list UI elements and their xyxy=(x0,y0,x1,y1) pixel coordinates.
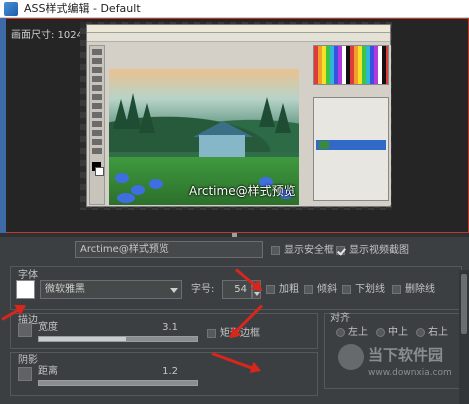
italic-label: 倾斜 xyxy=(317,284,337,295)
strikeout-checkbox[interactable] xyxy=(392,285,401,294)
font-family-select[interactable]: 微软雅黑 xyxy=(40,280,182,299)
subtitle-preview-text: Arctime@样式预览 xyxy=(189,184,296,198)
swatches-panel xyxy=(313,45,389,85)
alignment-section-title: 对齐 xyxy=(330,313,350,324)
align-top-right-radio[interactable] xyxy=(416,328,425,337)
screenshot-options-bar xyxy=(87,33,390,42)
outline-color-picker[interactable] xyxy=(18,323,32,337)
shadow-section-title: 阴影 xyxy=(18,355,38,366)
shadow-distance-slider[interactable] xyxy=(38,380,198,386)
align-top-center-radio[interactable] xyxy=(376,328,385,337)
video-frame-screenshot: Arctime@样式预览 xyxy=(86,24,391,207)
box-border-checkbox[interactable] xyxy=(207,329,216,338)
chevron-down-icon xyxy=(170,288,178,293)
desktop-edge xyxy=(0,18,6,233)
title-bar: ASS样式编辑 - Default xyxy=(0,0,469,18)
align-top-left-radio[interactable] xyxy=(336,328,345,337)
show-safe-frame-label: 显示安全框 xyxy=(284,245,334,256)
layers-panel xyxy=(313,97,389,201)
screenshot-menubar xyxy=(87,25,390,33)
canvas-size-label: 画面尺寸: 1024 xyxy=(11,30,83,41)
outline-width-slider-fill xyxy=(39,337,126,341)
screenshot-panels xyxy=(313,45,391,205)
sample-text-input[interactable]: Arctime@样式预览 xyxy=(75,241,263,258)
font-family-value: 微软雅黑 xyxy=(45,284,85,295)
font-section-title: 字体 xyxy=(18,270,38,281)
shadow-color-picker[interactable] xyxy=(18,367,32,381)
outline-width-label: 宽度 xyxy=(38,322,58,333)
watermark-logo-icon xyxy=(338,344,364,370)
bold-checkbox[interactable] xyxy=(266,285,275,294)
shadow-distance-label: 距离 xyxy=(38,366,58,377)
strikeout-label: 删除线 xyxy=(405,284,435,295)
show-safe-frame-checkbox[interactable] xyxy=(271,246,280,255)
landscape-image: Arctime@样式预览 xyxy=(109,69,299,205)
vertical-scrollbar[interactable] xyxy=(459,270,469,404)
app-icon xyxy=(4,2,18,16)
show-video-frame-label: 显示视频截图 xyxy=(349,245,409,256)
bold-label: 加粗 xyxy=(279,284,299,295)
align-top-center-label: 中上 xyxy=(388,327,408,338)
shadow-distance-value[interactable]: 1.2 xyxy=(148,366,178,377)
watermark-text: 当下软件园 xyxy=(368,346,444,364)
scrollbar-thumb[interactable] xyxy=(461,274,467,334)
primary-color-picker[interactable] xyxy=(16,280,35,299)
align-top-right-label: 右上 xyxy=(428,327,448,338)
show-video-frame-checkbox[interactable] xyxy=(336,246,345,255)
italic-checkbox[interactable] xyxy=(304,285,313,294)
underline-checkbox[interactable] xyxy=(342,285,351,294)
underline-label: 下划线 xyxy=(355,284,385,295)
font-size-input[interactable]: 54 xyxy=(222,280,252,299)
window-title: ASS样式编辑 - Default xyxy=(24,2,141,15)
watermark-url: www.downxia.com xyxy=(368,368,452,378)
cottage xyxy=(199,135,245,157)
site-watermark: 当下软件园 www.downxia.com xyxy=(338,342,464,392)
align-top-left-label: 左上 xyxy=(348,327,368,338)
background-color-swatch xyxy=(95,167,104,176)
outline-width-slider[interactable] xyxy=(38,336,198,342)
outline-width-value[interactable]: 3.1 xyxy=(148,322,178,333)
screenshot-toolbox xyxy=(89,45,105,205)
font-size-label: 字号: xyxy=(191,284,215,295)
